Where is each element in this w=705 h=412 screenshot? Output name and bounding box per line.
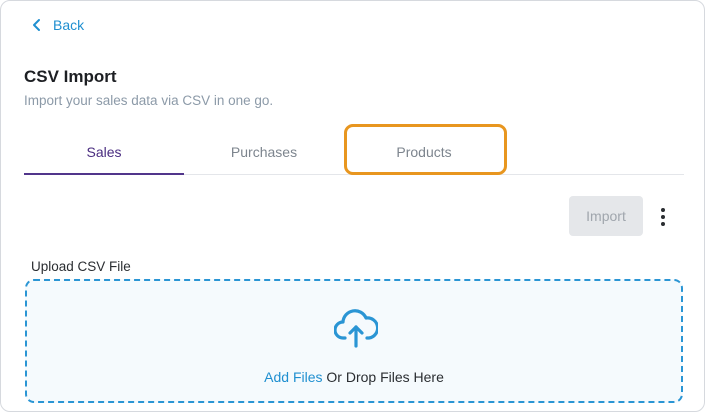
menu-dot <box>661 208 665 212</box>
drop-files-text: Or Drop Files Here <box>326 369 444 385</box>
import-button[interactable]: Import <box>569 196 643 236</box>
tab-sales[interactable]: Sales <box>24 130 184 175</box>
chevron-left-icon <box>33 19 40 31</box>
add-files-link[interactable]: Add Files <box>264 369 322 385</box>
menu-dot <box>661 222 665 226</box>
tab-bar: Sales Purchases Products <box>24 130 684 175</box>
tab-purchases[interactable]: Purchases <box>184 130 344 174</box>
back-label: Back <box>53 17 85 33</box>
tab-products[interactable]: Products <box>344 130 504 174</box>
cloud-upload-icon <box>334 309 378 348</box>
dropzone-text: Add Files Or Drop Files Here <box>27 369 681 385</box>
page-subtitle: Import your sales data via CSV in one go… <box>24 93 274 108</box>
file-dropzone[interactable]: Add Files Or Drop Files Here <box>25 279 683 403</box>
upload-label: Upload CSV File <box>31 259 131 274</box>
menu-dot <box>661 215 665 219</box>
page-title: CSV Import <box>24 67 117 86</box>
back-link[interactable]: Back <box>31 15 84 35</box>
more-vertical-icon[interactable] <box>651 204 675 230</box>
csv-import-card: Back CSV Import Import your sales data v… <box>0 0 705 412</box>
